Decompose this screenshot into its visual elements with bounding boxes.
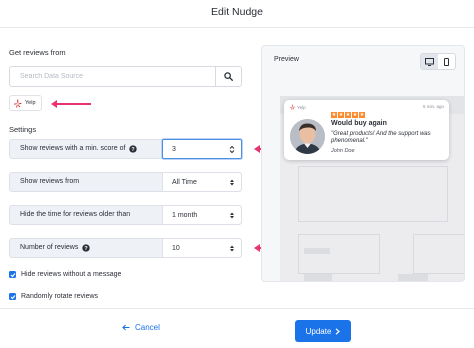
cancel-label: Cancel (135, 323, 160, 332)
star-icon: ★ (352, 112, 358, 118)
mock-block (298, 234, 380, 274)
star-icon: ★ (345, 112, 351, 118)
mock-block (413, 234, 464, 274)
annotation-arrow (51, 100, 91, 108)
nudge-headline: Would buy again (331, 120, 387, 127)
number-of-reviews-row: Number of reviews ? 10 (9, 238, 242, 258)
min-score-row: Show reviews with a min. score of ? 3 (9, 139, 242, 159)
hide-time-row: Hide the time for reviews older than 1 m… (9, 205, 242, 225)
selected-source-yelp[interactable]: Yelp (9, 95, 42, 111)
footer-divider (0, 308, 474, 309)
mock-line (304, 274, 332, 281)
yelp-logo-icon (290, 104, 295, 110)
svg-text:?: ? (85, 246, 89, 252)
nudge-quote: "Great products! And the support was phe… (331, 131, 431, 145)
reviews-from-select[interactable]: All Time (162, 173, 241, 191)
avatar (290, 119, 325, 154)
rating-stars: ★ ★ ★ ★ ★ (331, 112, 365, 118)
min-score-label-wrap: Show reviews with a min. score of ? (10, 140, 162, 158)
rotate-reviews-checkbox[interactable]: Randomly rotate reviews (9, 293, 98, 300)
number-of-reviews-select[interactable]: 10 (162, 239, 241, 257)
search-input[interactable] (10, 67, 215, 86)
mock-block (298, 166, 448, 222)
nudge-source: Yelp (290, 104, 306, 110)
select-arrows-icon (230, 212, 234, 218)
checkbox-label: Hide reviews without a message (21, 271, 122, 278)
checkbox-checked-icon[interactable] (9, 293, 16, 300)
help-icon[interactable]: ? (129, 145, 138, 153)
mobile-icon (444, 57, 449, 66)
search-button[interactable] (215, 67, 241, 86)
view-mode-toggle (420, 53, 456, 70)
mock-line (304, 248, 330, 254)
source-label: Yelp (25, 100, 36, 106)
hide-time-label-wrap: Hide the time for reviews older than (10, 206, 162, 224)
svg-text:?: ? (132, 147, 136, 153)
min-score-label: Show reviews with a min. score of (20, 145, 126, 152)
review-nudge-card: Yelp 5 min. ago ★ ★ ★ ★ ★ Would buy agai… (284, 100, 449, 160)
reviews-from-value: All Time (172, 178, 197, 186)
star-icon: ★ (331, 112, 337, 118)
number-of-reviews-label-wrap: Number of reviews ? (10, 239, 162, 257)
nudge-time: 5 min. ago (422, 104, 444, 109)
update-button[interactable]: Update (295, 320, 351, 342)
hide-time-select[interactable]: 1 month (162, 206, 241, 224)
stepper-arrows-icon[interactable] (229, 145, 235, 154)
update-label: Update (305, 326, 332, 336)
source-section-label: Get reviews from (9, 48, 66, 57)
hide-time-label: Hide the time for reviews older than (20, 211, 131, 218)
reviews-from-row: Show reviews from All Time (9, 172, 242, 192)
star-icon: ★ (359, 112, 365, 118)
hide-no-message-checkbox[interactable]: Hide reviews without a message (9, 271, 121, 278)
data-source-search (9, 66, 242, 87)
star-icon: ★ (338, 112, 344, 118)
min-score-stepper[interactable]: 3 (162, 139, 242, 159)
number-of-reviews-label: Number of reviews (20, 244, 79, 251)
min-score-value: 3 (172, 145, 176, 153)
nudge-source-label: Yelp (297, 104, 306, 110)
preview-label: Preview (274, 56, 299, 63)
mock-line (398, 274, 428, 281)
preview-panel: Preview (261, 45, 465, 282)
search-icon (224, 72, 233, 81)
chevron-right-icon (335, 327, 341, 335)
help-icon[interactable]: ? (82, 244, 91, 252)
select-arrows-icon (230, 179, 234, 185)
desktop-view-button[interactable] (421, 54, 438, 69)
hide-time-value: 1 month (172, 211, 198, 219)
header-divider (0, 27, 474, 28)
reviews-from-label-wrap: Show reviews from (10, 173, 162, 191)
cancel-button[interactable]: Cancel (122, 323, 160, 332)
reviews-from-label: Show reviews from (20, 178, 80, 185)
yelp-logo-icon (14, 99, 22, 107)
checkbox-label: Randomly rotate reviews (21, 293, 99, 300)
number-of-reviews-value: 10 (172, 244, 180, 252)
nudge-author: John Doe (331, 148, 355, 154)
arrow-left-icon (122, 324, 130, 331)
settings-section-label: Settings (9, 125, 37, 134)
checkbox-checked-icon[interactable] (9, 271, 16, 278)
desktop-icon (425, 57, 434, 66)
select-arrows-icon (230, 245, 234, 251)
mobile-view-button[interactable] (438, 54, 455, 69)
page-title: Edit Nudge (211, 6, 263, 18)
